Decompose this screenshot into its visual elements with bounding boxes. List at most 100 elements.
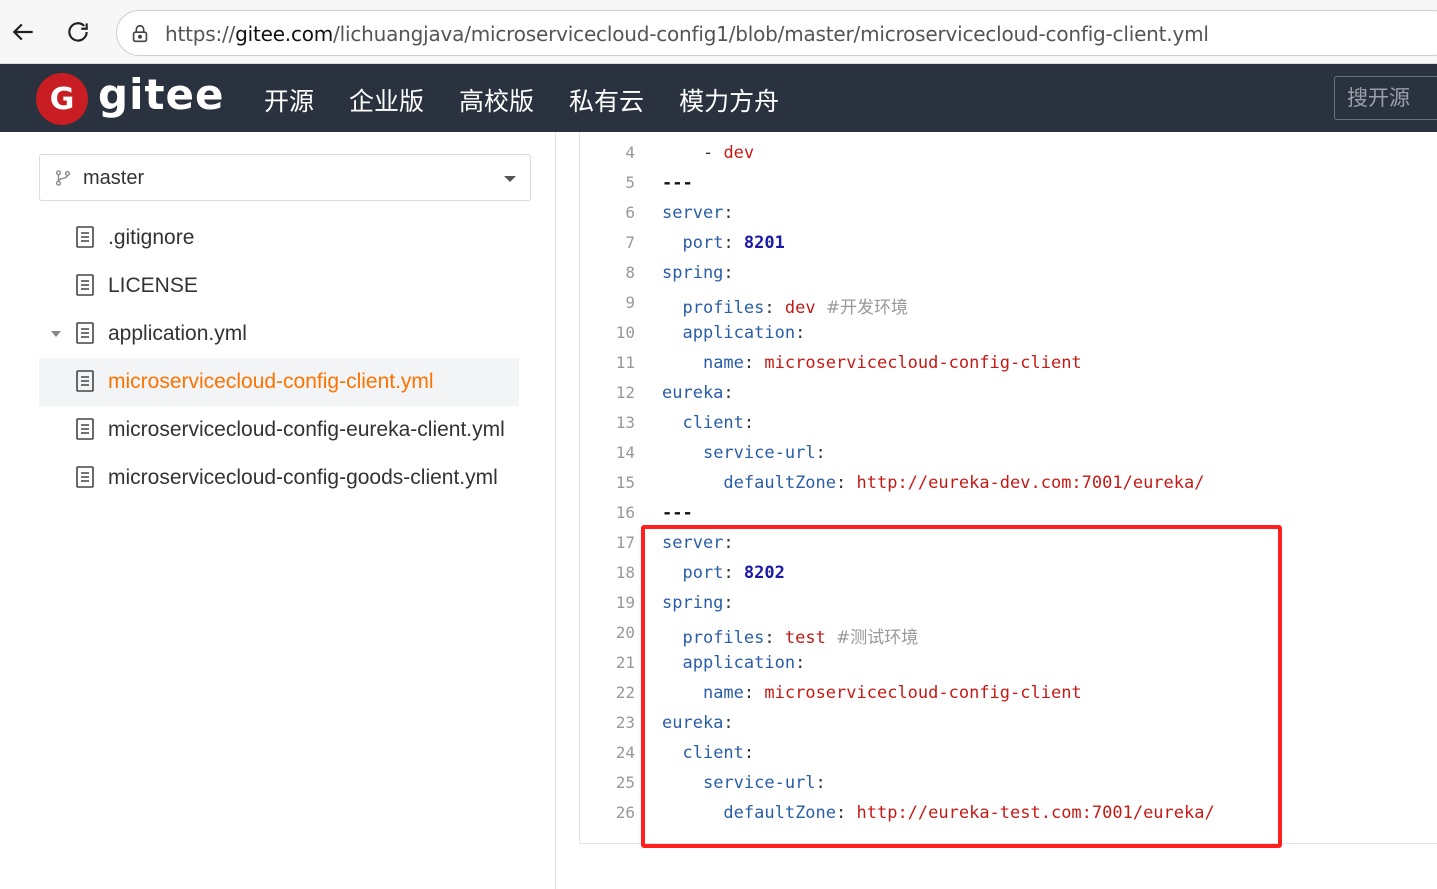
line-number: 25 <box>615 773 635 792</box>
file-tree-sidebar: master .gitignore LICENSE application.ym… <box>0 132 556 889</box>
code-token: --- <box>662 503 693 523</box>
code-text: spring: <box>662 593 734 613</box>
caret-down-icon[interactable] <box>51 331 61 337</box>
code-token: defaultZone <box>723 803 837 823</box>
code-token: application <box>682 653 796 673</box>
file-item-gitignore[interactable]: .gitignore <box>39 214 519 262</box>
code-viewer: 4 - dev 5 --- 6 server: 7 port: 8201 8 spring: 9… <box>579 132 1437 844</box>
file-item-license[interactable]: LICENSE <box>39 262 519 310</box>
code-token: eureka <box>662 383 724 403</box>
nav-item-open-source[interactable]: 开源 <box>264 82 314 118</box>
file-icon <box>76 274 94 296</box>
code-line: 18 port: 8202 <box>580 558 1437 588</box>
code-line: 12 eureka: <box>580 378 1437 408</box>
reload-icon <box>68 22 88 42</box>
code-line: 6 server: <box>580 198 1437 228</box>
code-line: 19 spring: <box>580 588 1437 618</box>
code-text: application: <box>662 653 805 673</box>
reload-button[interactable] <box>60 14 96 50</box>
file-tree: .gitignore LICENSE application.yml micro… <box>39 214 519 502</box>
nav-item-enterprise[interactable]: 企业版 <box>349 82 424 118</box>
line-number: 6 <box>625 203 635 222</box>
code-token: : <box>723 593 734 613</box>
line-number: 20 <box>615 623 635 642</box>
lock-icon[interactable] <box>129 23 151 45</box>
line-number: 17 <box>615 533 635 552</box>
code-text: port: 8201 <box>662 233 785 253</box>
file-name: microservicecloud-config-eureka-client.y… <box>108 418 505 441</box>
code-text: name: microservicecloud-config-client <box>662 683 1082 703</box>
line-number: 22 <box>615 683 635 702</box>
search-input[interactable] <box>1335 77 1437 119</box>
address-bar[interactable]: https://gitee.com/lichuangjava/microserv… <box>116 10 1437 56</box>
file-item-config-goods-client[interactable]: microservicecloud-config-goods-client.ym… <box>39 454 519 502</box>
line-number: 21 <box>615 653 635 672</box>
code-token: eureka <box>662 713 724 733</box>
code-token: : <box>723 263 734 283</box>
code-token: client <box>682 413 744 433</box>
code-text: name: microservicecloud-config-client <box>662 353 1082 373</box>
nav-item-education[interactable]: 高校版 <box>459 82 534 118</box>
code-token: 8202 <box>743 563 785 583</box>
code-token: 8201 <box>743 233 785 253</box>
branch-name: master <box>83 167 145 189</box>
nav-item-moli[interactable]: 模力方舟 <box>679 82 779 118</box>
code-line: 20 profiles: test #测试环境 <box>580 618 1437 648</box>
code-token: profiles <box>682 298 765 318</box>
code-text: defaultZone: http://eureka-dev.com:7001/… <box>662 473 1205 493</box>
file-item-config-client[interactable]: microservicecloud-config-client.yml <box>39 358 519 406</box>
code-token: : <box>836 803 857 823</box>
code-token: spring <box>662 263 724 283</box>
code-text: profiles: dev #开发环境 <box>662 293 908 318</box>
branch-select[interactable]: master <box>39 154 531 201</box>
file-icon <box>76 322 94 344</box>
code-line: 21 application: <box>580 648 1437 678</box>
code-token: --- <box>662 173 693 193</box>
file-item-application-yml[interactable]: application.yml <box>39 310 519 358</box>
line-number: 15 <box>615 473 635 492</box>
code-line: 13 client: <box>580 408 1437 438</box>
code-token: : <box>743 413 755 433</box>
code-token: server <box>662 533 724 553</box>
line-number: 12 <box>615 383 635 402</box>
line-number: 11 <box>615 353 635 372</box>
code-text: port: 8202 <box>662 563 785 583</box>
code-token: : <box>815 773 826 793</box>
code-token: : <box>815 443 826 463</box>
code-token: : <box>723 563 744 583</box>
code-token: service-url <box>702 773 816 793</box>
file-item-config-eureka-client[interactable]: microservicecloud-config-eureka-client.y… <box>39 406 519 454</box>
code-token: dev <box>723 143 755 163</box>
back-button[interactable] <box>6 14 42 50</box>
file-icon <box>76 226 94 248</box>
code-text: eureka: <box>662 383 734 403</box>
code-token: application <box>682 323 796 343</box>
url-text[interactable]: https://gitee.com/lichuangjava/microserv… <box>165 22 1209 46</box>
code-lines: 4 - dev 5 --- 6 server: 7 port: 8201 8 spring: 9… <box>580 138 1437 828</box>
code-token: : <box>723 233 744 253</box>
code-line: 7 port: 8201 <box>580 228 1437 258</box>
gitee-logo-icon[interactable]: G <box>36 73 88 125</box>
nav-item-private-cloud[interactable]: 私有云 <box>569 82 644 118</box>
gitee-logo-text[interactable]: gitee <box>98 70 225 119</box>
file-name: LICENSE <box>108 274 198 297</box>
code-text: client: <box>662 413 754 433</box>
file-icon <box>76 418 94 440</box>
code-text: client: <box>662 743 754 763</box>
code-token: : <box>723 533 734 553</box>
code-token: #测试环境 <box>836 628 919 648</box>
code-line: 26 defaultZone: http://eureka-test.com:7… <box>580 798 1437 828</box>
code-text: profiles: test #测试环境 <box>662 623 918 648</box>
code-token: http://eureka-dev.com:7001/eureka/ <box>856 473 1205 493</box>
code-line: 10 application: <box>580 318 1437 348</box>
code-line: 14 service-url: <box>580 438 1437 468</box>
line-number: 23 <box>615 713 635 732</box>
code-token: : <box>836 473 857 493</box>
code-token: dev <box>784 298 826 318</box>
